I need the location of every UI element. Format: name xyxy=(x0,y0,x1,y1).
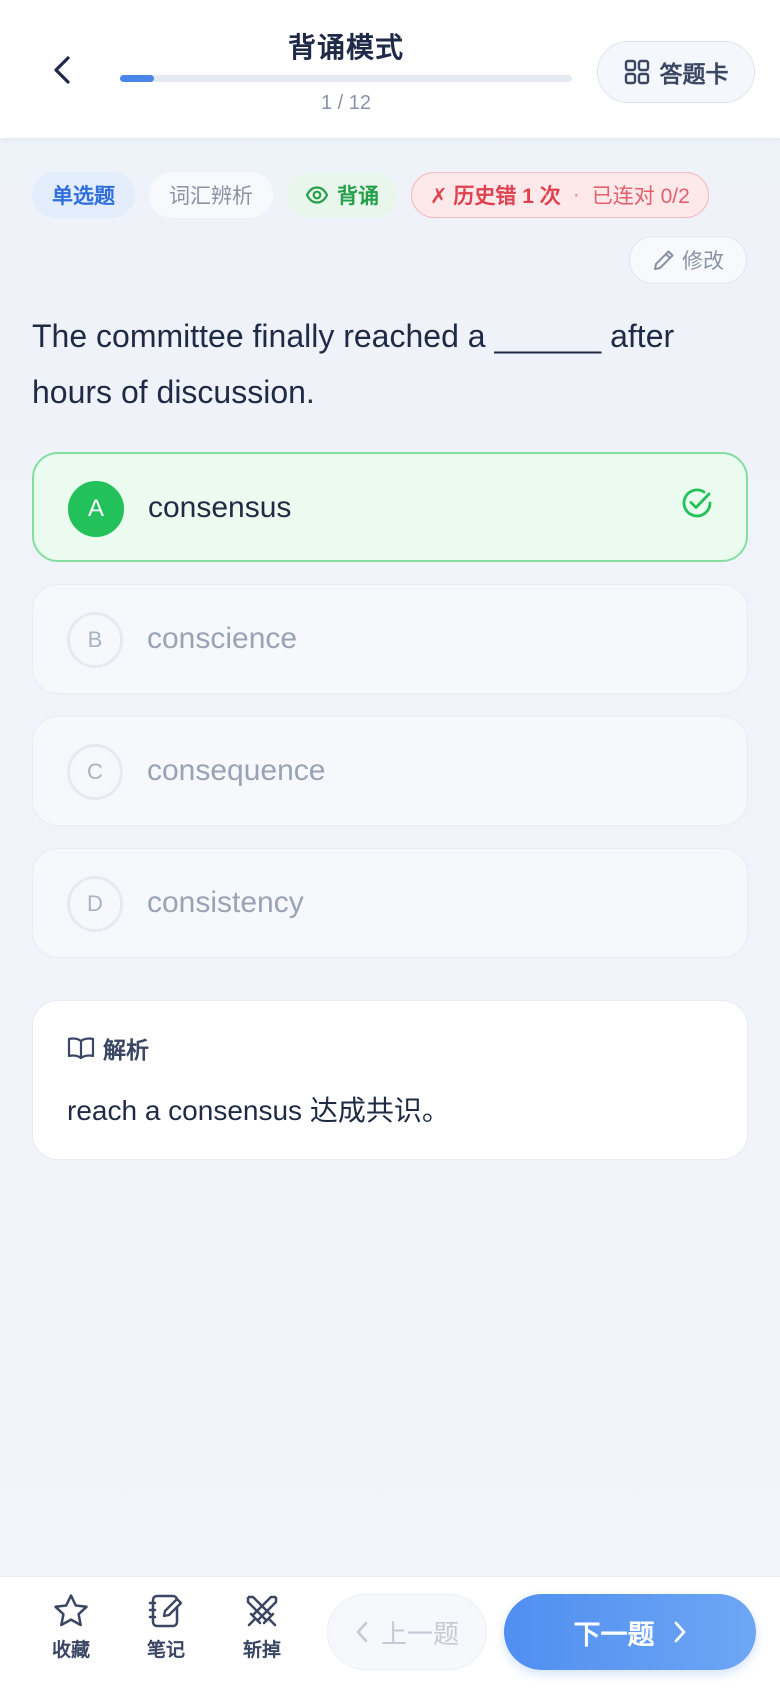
check-circle-icon xyxy=(682,488,712,518)
analysis-card: 解析 reach a consensus 达成共识。 xyxy=(32,1000,748,1160)
crossed-swords-icon xyxy=(246,1595,278,1627)
analysis-title: 解析 xyxy=(103,1037,149,1063)
favorite-button[interactable]: 收藏 xyxy=(36,1593,106,1662)
mode-tag: 背诵 xyxy=(287,172,397,218)
eye-icon xyxy=(305,186,329,204)
option-letter: A xyxy=(68,481,124,537)
next-label: 下一题 xyxy=(573,1619,655,1650)
page-title: 背诵模式 xyxy=(287,32,404,63)
option-b[interactable]: B conscience xyxy=(32,584,748,694)
chevron-left-icon xyxy=(356,1621,368,1643)
notes-button[interactable]: 笔记 xyxy=(131,1593,201,1662)
pencil-icon xyxy=(654,250,674,270)
streak-count: 已连对 0/2 xyxy=(591,185,690,208)
top-bar: 背诵模式 1 / 12 答题卡 xyxy=(0,0,780,138)
previous-label: 上一题 xyxy=(380,1618,459,1649)
mode-label: 背诵 xyxy=(337,185,379,208)
category-tag: 词汇辨析 xyxy=(149,172,273,218)
option-text: consequence xyxy=(147,753,326,787)
option-letter: C xyxy=(67,744,123,800)
chevron-right-icon xyxy=(674,1621,685,1643)
history-badge: ✗ 历史错 1 次 · 已连对 0/2 xyxy=(411,172,709,218)
answer-card-label: 答题卡 xyxy=(659,61,729,87)
edit-button[interactable]: 修改 xyxy=(629,236,747,284)
option-a[interactable]: A consensus xyxy=(32,452,748,562)
history-error-count: ✗ 历史错 1 次 xyxy=(430,185,561,208)
bottom-toolbar: 收藏 笔记 斩掉 上一题 下一题 xyxy=(0,1576,780,1688)
page: 背诵模式 1 / 12 答题卡 单选题 词汇辨析 背诵 ✗ 历史错 1 次 · … xyxy=(0,0,780,1688)
option-c[interactable]: C consequence xyxy=(32,716,748,826)
progress-bar xyxy=(120,75,572,82)
book-icon xyxy=(67,1037,95,1060)
analysis-header: 解析 xyxy=(67,1031,149,1065)
remove-label: 斩掉 xyxy=(242,1640,281,1661)
progress-fill xyxy=(120,75,154,82)
notebook-pen-icon xyxy=(148,1594,183,1628)
star-icon xyxy=(54,1594,88,1627)
favorite-label: 收藏 xyxy=(51,1640,90,1661)
previous-question-button[interactable]: 上一题 xyxy=(327,1594,487,1670)
option-letter: D xyxy=(67,876,123,932)
option-d[interactable]: D consistency xyxy=(32,848,748,958)
option-letter: B xyxy=(67,612,123,668)
analysis-text: reach a consensus 达成共识。 xyxy=(67,1095,450,1126)
separator-dot: · xyxy=(572,183,580,206)
answer-card-button[interactable]: 答题卡 xyxy=(597,41,755,103)
question-type-tag: 单选题 xyxy=(32,172,135,218)
option-text: consistency xyxy=(147,885,304,919)
grid-icon xyxy=(624,59,649,85)
remove-button[interactable]: 斩掉 xyxy=(227,1593,297,1662)
next-question-button[interactable]: 下一题 xyxy=(504,1594,756,1670)
option-text: consensus xyxy=(148,490,292,524)
edit-label: 修改 xyxy=(682,250,724,273)
question-text: The committee finally reached a ______ a… xyxy=(32,318,675,410)
progress-text: 1 / 12 xyxy=(320,92,372,114)
option-text: conscience xyxy=(147,621,298,655)
question-tags: 单选题 词汇辨析 背诵 ✗ 历史错 1 次 · 已连对 0/2 xyxy=(32,172,709,218)
notes-label: 笔记 xyxy=(146,1640,185,1661)
